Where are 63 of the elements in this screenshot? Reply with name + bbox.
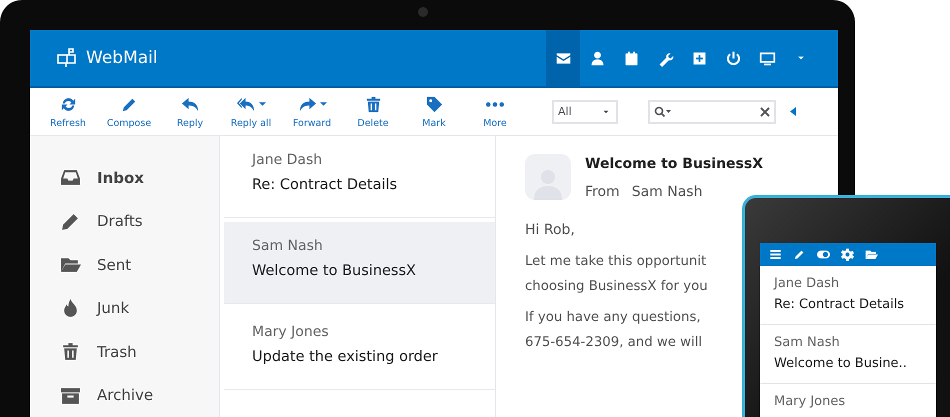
gear-icon — [841, 248, 854, 262]
phone-message-item[interactable]: Sam Nash Welcome to Busine.. — [760, 325, 936, 384]
message-subject: Re: Contract Details — [252, 177, 398, 193]
toolbar-button[interactable]: Mark — [404, 94, 464, 129]
folder-item[interactable]: Archive — [30, 376, 219, 415]
mailbox-icon — [56, 47, 78, 69]
message-subject: Welcome to Busine.. — [774, 356, 908, 372]
filter-dropdown[interactable]: All — [552, 100, 618, 124]
message-sender: Sam Nash — [252, 238, 324, 254]
message-item[interactable]: Jane Dash Re: Contract Details — [224, 136, 495, 218]
mark-icon — [424, 94, 444, 114]
email-text-line: 675-654-2309, and we will — [525, 335, 702, 350]
folder-item[interactable]: Junk — [30, 288, 219, 328]
message-subject: Re: Contract Details — [774, 297, 906, 312]
email-greeting: Hi Rob, — [525, 222, 576, 238]
power-icon — [724, 50, 742, 66]
more-icon — [486, 102, 504, 106]
phone-message-item[interactable]: Jane Dash Re: Contract Details — [760, 266, 936, 326]
message-sender: Sam Nash — [774, 335, 841, 350]
message-item[interactable]: Mary Jones Update the existing order — [224, 308, 495, 390]
message-subject: Update the existing order — [252, 349, 439, 365]
toolbar-button[interactable]: Compose — [99, 94, 159, 129]
email-text-line: Let me take this opportunit — [525, 254, 706, 269]
search-field[interactable] — [648, 100, 776, 124]
folder-item[interactable]: Trash — [30, 332, 219, 372]
toolbar-button[interactable]: Reply — [160, 94, 220, 129]
menu-icon — [769, 248, 782, 262]
toolbar-button[interactable]: Forward — [282, 94, 342, 129]
plus-icon — [690, 50, 708, 66]
app-title: WebMail — [86, 48, 158, 68]
toolbar-button[interactable]: Delete — [343, 94, 403, 129]
toggle-icon — [817, 248, 830, 262]
message-sender: Jane Dash — [252, 152, 324, 168]
message-item[interactable]: Sam Nash Welcome to BusinessX — [224, 222, 495, 304]
person-icon — [588, 50, 606, 66]
toolbar-button[interactable]: More — [465, 94, 525, 129]
toolbar-button[interactable]: Refresh — [38, 94, 98, 129]
folder-icon — [865, 248, 878, 262]
collapse-arrow-icon[interactable] — [790, 107, 796, 116]
from-name: Sam Nash — [632, 184, 702, 200]
camera-dot — [418, 7, 428, 17]
pencil-icon — [793, 248, 806, 262]
message-sender: Mary Jones — [774, 394, 846, 410]
nav-button[interactable] — [546, 30, 580, 86]
message-sender: Mary Jones — [252, 324, 330, 340]
folder-item[interactable]: Drafts — [30, 202, 219, 241]
message-sender: Jane Dash — [774, 276, 840, 292]
calendar-icon — [622, 50, 640, 66]
trash-icon — [60, 341, 81, 362]
phone-message-item[interactable]: Mary Jones — [760, 384, 936, 417]
message-subject: Welcome to BusinessX — [252, 263, 417, 279]
from-label: From — [585, 184, 620, 200]
filter-value: All — [558, 105, 572, 118]
email-text-line: choosing BusinessX for you — [525, 279, 708, 294]
close-icon[interactable] — [760, 106, 770, 116]
folder-item[interactable]: Sent — [30, 245, 219, 284]
folder-item[interactable]: Inbox — [30, 158, 219, 198]
monitor-icon — [758, 50, 776, 66]
email-subject: Welcome to BusinessX — [585, 156, 763, 172]
search-icon — [654, 106, 672, 118]
toolbar-button[interactable]: Reply all — [221, 94, 281, 129]
avatar-icon — [525, 154, 571, 200]
email-text-line: If you have any questions, — [525, 310, 701, 325]
